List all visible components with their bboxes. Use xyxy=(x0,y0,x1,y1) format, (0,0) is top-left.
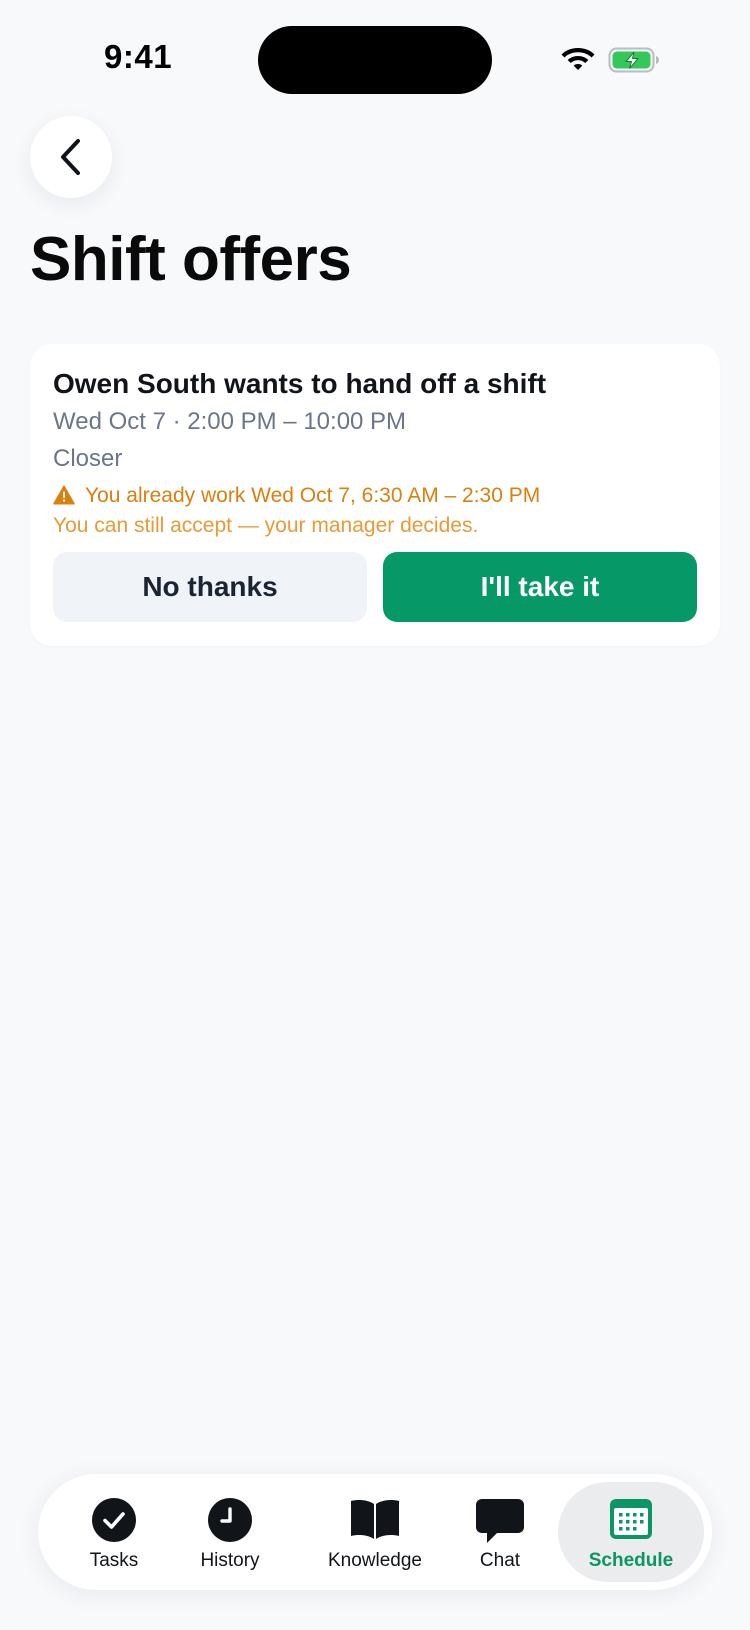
clock-icon xyxy=(208,1498,252,1542)
page-title: Shift offers xyxy=(30,225,352,294)
decline-button[interactable]: No thanks xyxy=(53,552,367,622)
check-circle-icon xyxy=(92,1498,136,1542)
tab-knowledge[interactable]: Knowledge xyxy=(310,1474,440,1590)
calendar-icon xyxy=(610,1499,652,1539)
offer-role: Closer xyxy=(53,445,123,472)
accept-button[interactable]: I'll take it xyxy=(383,552,697,622)
tab-history[interactable]: History xyxy=(190,1474,270,1590)
wifi-icon xyxy=(561,48,595,70)
tab-chat-label: Chat xyxy=(479,1550,521,1571)
chevron-left-icon xyxy=(61,139,80,175)
chat-bubble-icon xyxy=(476,1499,524,1543)
shift-offer-card: Owen South wants to hand off a shift Wed… xyxy=(30,344,720,646)
offer-datetime: Wed Oct 7 · 2:00 PM – 10:00 PM xyxy=(53,408,407,435)
tab-knowledge-label: Knowledge xyxy=(327,1550,423,1571)
book-icon xyxy=(351,1500,399,1539)
dynamic-island xyxy=(258,26,492,94)
offer-title: Owen South wants to hand off a shift xyxy=(53,368,547,399)
warning-icon xyxy=(53,485,75,505)
conflict-note: You can still accept — your manager deci… xyxy=(53,514,479,537)
battery-icon xyxy=(608,47,659,73)
tab-tasks[interactable]: Tasks xyxy=(78,1474,150,1590)
tab-chat[interactable]: Chat xyxy=(470,1474,530,1590)
tab-tasks-label: Tasks xyxy=(89,1550,139,1571)
back-button[interactable] xyxy=(30,116,112,198)
tab-bar: Tasks History Knowledge Chat Schedule xyxy=(38,1474,712,1590)
tab-schedule-label: Schedule xyxy=(588,1550,674,1571)
status-time: 9:41 xyxy=(104,38,173,75)
conflict-warning: You already work Wed Oct 7, 6:30 AM – 2:… xyxy=(53,484,540,508)
tab-schedule[interactable]: Schedule xyxy=(558,1482,704,1582)
conflict-warning-text: You already work Wed Oct 7, 6:30 AM – 2:… xyxy=(85,484,541,507)
status-bar: 9:41 xyxy=(0,0,750,110)
tab-history-label: History xyxy=(200,1550,260,1571)
